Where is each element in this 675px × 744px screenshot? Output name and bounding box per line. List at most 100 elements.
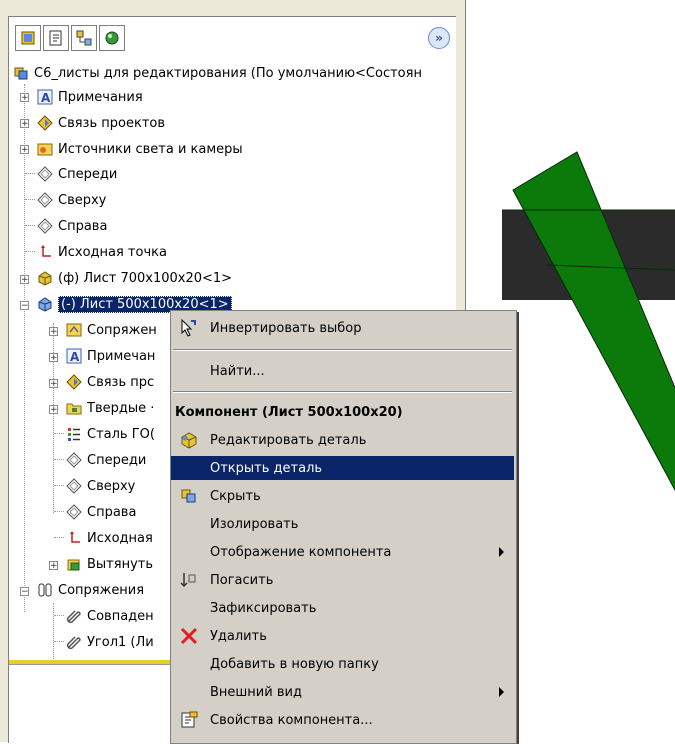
expand-toggle[interactable]: + [49,405,58,415]
assembly-icon [12,64,30,82]
tree-root[interactable]: С6_листы для редактирования (По умолчани… [12,62,422,84]
tree-item-top-plane[interactable]: Сверху [36,189,106,211]
collapse-toggle[interactable]: − [20,587,29,597]
origin-icon [36,243,54,261]
tab-display-manager[interactable] [99,25,125,51]
expand-toggle[interactable]: + [49,353,58,363]
tree-connector [54,641,64,642]
menu-item-label: Внешний вид [210,684,302,700]
menu-item-label: Зафиксировать [210,600,317,616]
tree-item-right-plane[interactable]: Справа [36,215,107,237]
tree-item-label: Источники света и камеры [58,141,243,157]
tree-item-label: Твердые · [87,400,155,416]
expand-panel-button[interactable]: » [428,27,450,49]
menu-item-component-display[interactable]: Отображение компонента [171,540,514,564]
expand-toggle[interactable]: + [20,275,29,285]
tree-item-mates[interactable]: Сопряжения [36,579,144,601]
tree-item-extrude[interactable]: Вытянуть [65,553,153,575]
configuration-manager-icon [76,30,92,46]
tree-item-sub-annotations[interactable]: A Примечан [65,345,155,367]
origin-icon [65,529,83,547]
design-binder-icon [65,373,83,391]
expand-toggle[interactable]: + [20,119,29,129]
tree-item-design-binder[interactable]: Связь проектов [36,112,165,134]
tree-connector [25,199,35,200]
menu-item-label: Погасить [210,572,274,588]
tree-connector [54,511,64,512]
component-header-label: Компонент (Лист 500x100x20) [175,404,403,420]
tree-item-sub-mates[interactable]: Сопряжен [65,319,157,341]
tree-item-label: Спереди [87,452,147,468]
annotations-icon: A [65,347,83,365]
plane-icon [36,217,54,235]
tree-item-sub-top-plane[interactable]: Сверху [65,475,135,497]
tree-connector [25,173,35,174]
tree-item-label: Спереди [58,166,118,182]
tree-item-sub-right-plane[interactable]: Справа [65,501,136,523]
menu-item-hide[interactable]: Скрыть [171,484,514,508]
context-menu: Инвертировать выбор Найти... Компонент (… [170,310,517,744]
tree-item-coincident-mate[interactable]: Совпаден [65,605,154,627]
tree-item-label: Сопряжения [58,582,145,598]
plane-icon [65,503,83,521]
properties-icon [179,711,199,729]
delete-icon [179,627,199,645]
tree-item-part-700[interactable]: (ф) Лист 700x100x20<1> [36,267,232,289]
property-manager-icon [49,30,62,46]
svg-text:A: A [41,91,51,105]
submenu-arrow-icon [499,687,504,697]
tree-item-label: Сопряжен [87,322,157,338]
menu-item-edit-part[interactable]: Редактировать деталь [171,428,514,452]
menu-item-delete[interactable]: Удалить [171,624,514,648]
design-binder-icon [36,114,54,132]
tree-item-sub-design-binder[interactable]: Связь прс [65,371,154,393]
collapse-toggle[interactable]: − [20,301,29,311]
tree-item-angle-mate[interactable]: Угол1 (Ли [65,631,154,653]
mates-icon [36,581,54,599]
expand-toggle[interactable]: + [49,379,58,389]
menu-item-suppress[interactable]: Погасить [171,568,514,592]
tree-item-label: Справа [58,218,108,234]
extrude-icon [65,555,83,573]
expand-toggle[interactable]: + [49,327,58,337]
expand-toggle[interactable]: + [49,561,58,571]
tree-item-label: Справа [87,504,137,520]
tab-configuration-manager[interactable] [71,25,97,51]
menu-item-find[interactable]: Найти... [171,359,514,383]
menu-item-isolate[interactable]: Изолировать [171,512,514,536]
hide-icon [179,487,199,505]
tree-item-sub-origin[interactable]: Исходная [65,527,153,549]
expand-toggle[interactable]: + [20,93,29,103]
tree-item-label: Сталь ГО( [87,426,155,442]
annotations-icon: A [36,88,54,106]
invert-selection-icon [179,318,199,337]
menu-item-component-properties[interactable]: Свойства компонента... [171,708,514,732]
menu-item-fix[interactable]: Зафиксировать [171,596,514,620]
menu-item-appearance[interactable]: Внешний вид [171,680,514,704]
tree-root-label: С6_листы для редактирования (По умолчани… [34,65,422,81]
tab-property-manager[interactable] [43,25,69,51]
menu-item-invert-selection[interactable]: Инвертировать выбор [171,316,514,340]
tree-item-label: Совпаден [87,608,154,624]
tree-item-front-plane[interactable]: Спереди [36,163,117,185]
expand-toggle[interactable]: + [20,145,29,155]
tree-item-annotations[interactable]: A Примечания [36,86,143,108]
tree-item-lights-cameras[interactable]: Источники света и камеры [36,138,243,160]
panel-tabs: » [9,17,455,60]
tree-item-sub-front-plane[interactable]: Спереди [65,449,146,471]
tree-connector [24,84,25,612]
tree-item-origin[interactable]: Исходная точка [36,241,167,263]
tree-item-label: Связь прс [87,374,155,390]
tab-feature-manager[interactable] [15,25,41,51]
tree-connector [25,251,35,252]
tree-item-label: (ф) Лист 700x100x20<1> [58,270,233,286]
tree-connector [54,485,64,486]
tree-item-solid-bodies[interactable]: Твердые · [65,397,154,419]
tree-item-label: Примечан [87,348,156,364]
display-manager-icon [105,31,119,45]
tree-item-material[interactable]: Сталь ГО( [65,423,155,445]
menu-separator [173,349,512,351]
part-500-body[interactable] [512,151,675,491]
menu-item-open-part[interactable]: Открыть деталь [171,456,514,480]
menu-item-add-to-folder[interactable]: Добавить в новую папку [171,652,514,676]
